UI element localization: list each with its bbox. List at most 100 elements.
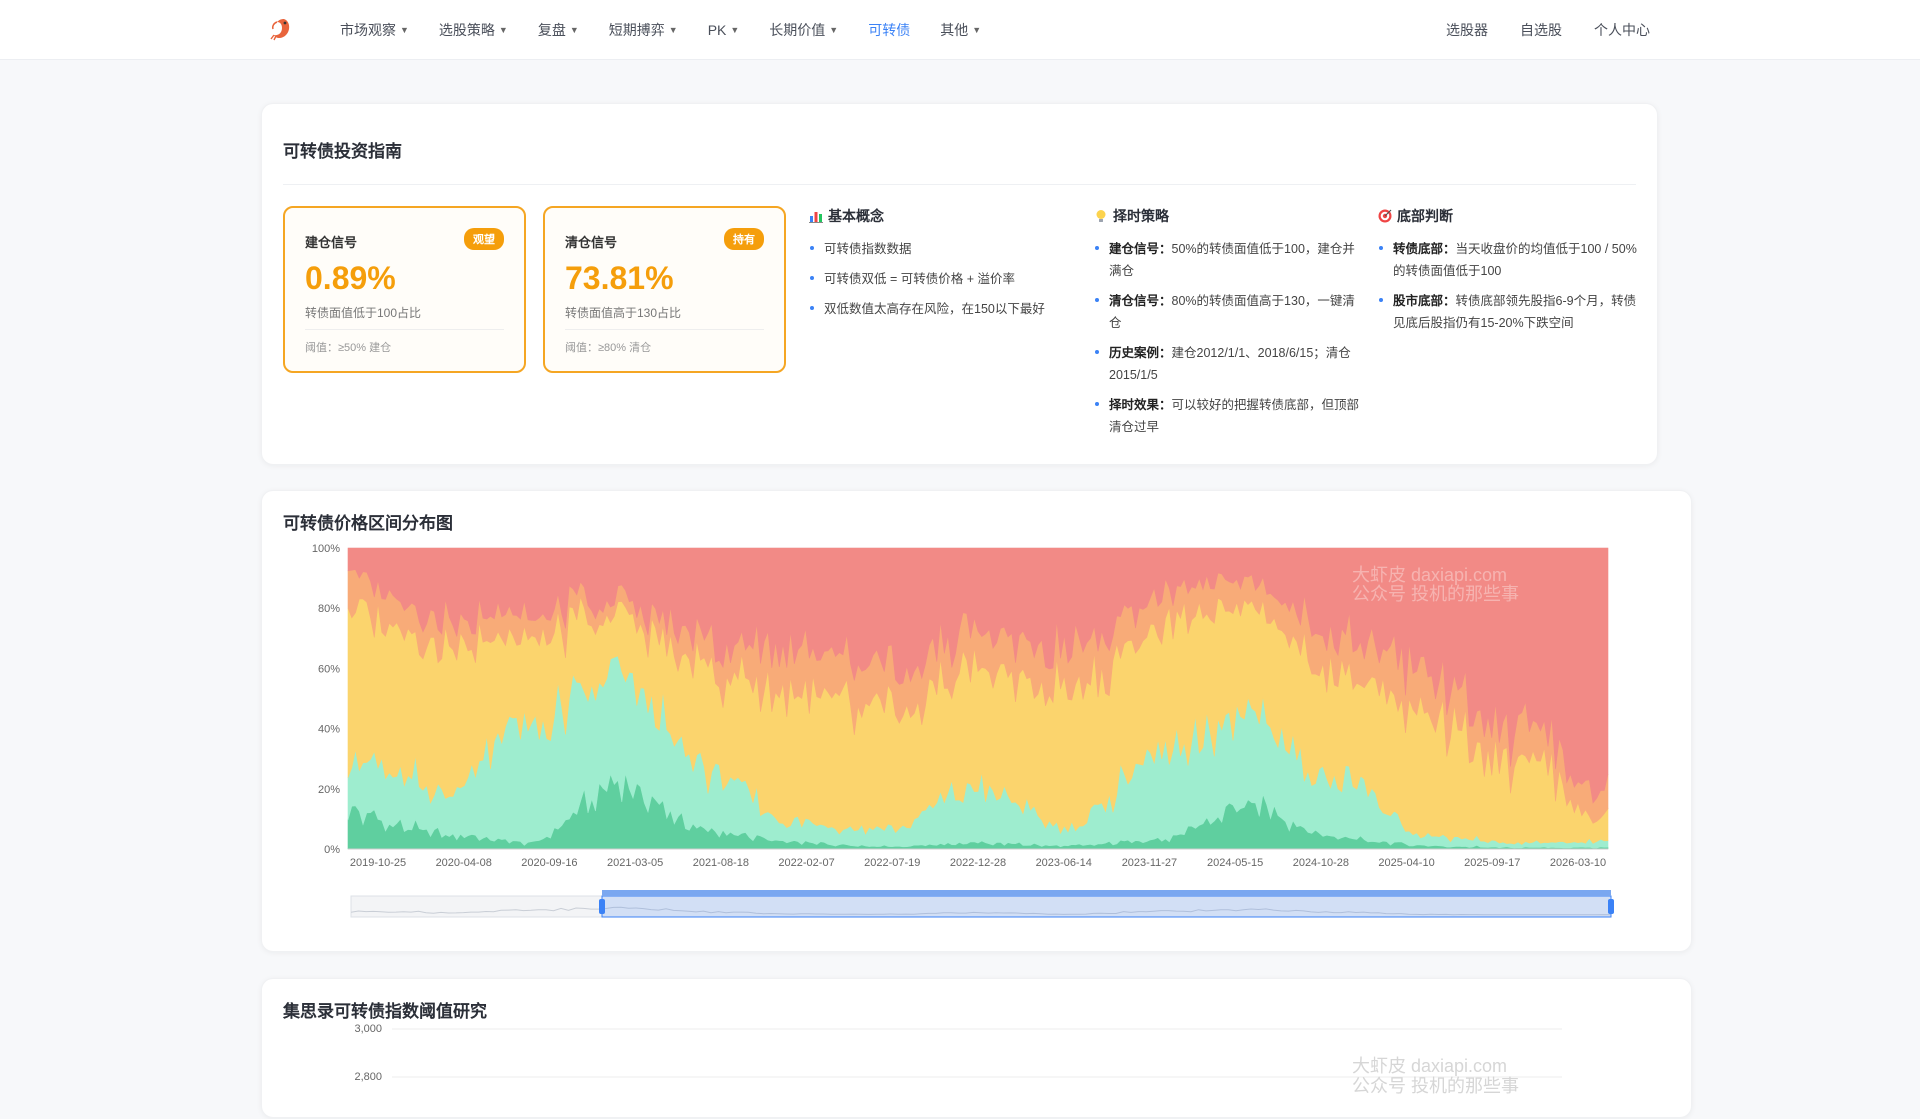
nav-item[interactable]: 可转债 [868,20,910,40]
nav-item-label: 其他 [940,22,969,38]
x-tick-label: 2022-07-19 [864,857,920,869]
status-badge: 持有 [724,228,764,250]
buy-signal-card: 建仓信号 观望 0.89% 转债面值低于100占比 阈值：≥50% 建仓 [283,206,526,373]
list-item: 可转债指数数据 [808,238,1078,260]
nav-link[interactable]: 自选股 [1520,20,1562,40]
x-tick-label: 2022-12-28 [950,857,1006,869]
timing-list: 建仓信号：50%的转债面值低于100，建仓并满仓 清仓信号：80%的转债面值高于… [1093,238,1363,438]
signal-desc: 转债面值低于100占比 [305,306,422,320]
lightbulb-icon [1096,210,1106,222]
signal-threshold: 阈值：≥80% 清仓 [565,342,652,354]
y-tick-label: 80% [318,603,340,615]
y-tick-label: 60% [318,663,340,675]
divider [305,329,504,330]
signal-threshold: 阈值：≥50% 建仓 [305,342,392,354]
zoom-selection[interactable] [601,895,1612,918]
x-tick-label: 2019-10-25 [350,857,406,869]
nav-item[interactable]: 其他 ▼ [940,20,981,40]
divider [283,184,1636,185]
nav-item-label: 短期搏弈 [608,22,665,38]
watermark: 公众号 投机的那些事 [1352,584,1519,604]
list-item: 清仓信号：80%的转债面值高于130，一键清仓 [1093,290,1363,334]
signal-label: 清仓信号 [565,235,618,250]
column-title: 基本概念 [828,208,884,224]
guide-card: 可转债投资指南 建仓信号 观望 0.89% 转债面值低于100占比 阈值：≥50… [261,103,1658,465]
guide-title: 可转债投资指南 [283,142,402,161]
zoom-right-handle[interactable] [1608,899,1614,914]
threshold-chart: 3,000 2,800 大虾皮 daxiapi.com 公众号 投机的那些事 [354,1023,1562,1096]
nav-item-label: 可转债 [868,22,911,38]
x-tick-label: 2024-05-15 [1207,857,1263,869]
list-item: 择时效果：可以较好的把握转债底部，但顶部清仓过早 [1093,394,1363,438]
signal-value: 73.81% [565,260,674,296]
status-badge: 观望 [464,228,504,250]
x-tick-label: 2023-11-27 [1122,857,1177,869]
caret-down-icon: ▼ [668,25,678,35]
zoom-move-handle[interactable] [602,890,1611,896]
top-nav: 市场观察 ▼ 选股策略 ▼ 复盘 ▼ 短期搏弈 ▼ PK ▼ 长期价值 ▼ 可转债 其他 ▼ 选股器 自选股个… [0,0,1920,60]
bar-chart-icon [809,212,823,223]
x-tick-label: 2026-03-10 [1550,857,1606,869]
bottom-column: 底部判断 转债底部：当天收盘价的均值低于100 / 50%的转债面值低于100 … [1377,206,1647,342]
y-tick-label: 40% [318,724,340,736]
timing-column: 择时策略 建仓信号：50%的转债面值低于100，建仓并满仓 清仓信号：80%的转… [1093,206,1363,446]
nav-item-label: PK [707,22,727,38]
caret-down-icon: ▼ [829,25,839,35]
watermark: 大虾皮 daxiapi.com [1352,1056,1507,1076]
x-tick-label: 2023-06-14 [1036,857,1092,869]
signal-label: 建仓信号 [305,235,358,250]
list-item: 股市底部：转债底部领先股指6-9个月，转债见底后股指仍有15-20%下跌空间 [1377,290,1647,334]
x-tick-label: 2024-10-28 [1293,857,1349,869]
nav-item[interactable]: 选股策略 ▼ [439,20,508,40]
y-tick-label: 20% [318,784,340,796]
nav-item[interactable]: 长期价值 ▼ [769,20,838,40]
caret-down-icon: ▼ [498,25,508,35]
list-item: 历史案例：建仓2012/1/1、2018/6/15；清仓2015/1/5 [1093,342,1363,386]
sell-signal-card: 清仓信号 持有 73.81% 转债面值高于130占比 阈值：≥80% 清仓 [543,206,786,373]
caret-down-icon: ▼ [569,25,579,35]
chart-card: 可转债价格区间分布图 0% 20% 40% 60% 80% 100% 2019-10-25 2… [261,490,1692,952]
nav-item[interactable]: PK ▼ [708,22,740,38]
x-tick-label: 2021-03-05 [607,857,663,869]
x-tick-label: 2025-09-17 [1464,857,1520,869]
y-tick-label: 0% [324,844,340,856]
nav-item-label: 复盘 [537,22,566,38]
target-icon [1378,209,1392,223]
nav-link[interactable]: 选股器 [1446,20,1488,40]
caret-down-icon: ▼ [400,25,409,35]
concept-column: 基本概念 可转债指数数据 可转债双低 = 可转债价格 + 溢价率 双低数值太高存… [808,206,1078,328]
caret-down-icon: ▼ [730,25,740,35]
nav-item-label: 长期价值 [769,22,826,38]
main-menu: 市场观察 ▼ 选股策略 ▼ 复盘 ▼ 短期搏弈 ▼ PK ▼ 长期价值 ▼ 可转债 其他 ▼ [340,0,1011,60]
column-title: 择时策略 [1113,208,1169,224]
y-tick-label: 2,800 [354,1071,382,1083]
stacked-area-chart: 0% 20% 40% 60% 80% 100% 2019-10-25 2020-04-08 20… [312,543,1614,918]
user-menu: 选股器 自选股 个人中心 [1414,0,1650,60]
nav-link[interactable]: 个人中心 [1594,20,1650,40]
shrimp-logo-icon[interactable] [268,16,294,42]
x-tick-label: 2022-02-07 [778,857,834,869]
list-item: 可转债双低 = 可转债价格 + 溢价率 [808,268,1078,290]
x-tick-label: 2020-09-16 [521,857,577,869]
x-tick-label: 2021-08-18 [693,857,749,869]
nav-item-label: 市场观察 [340,22,396,38]
nav-item[interactable]: 市场观察 ▼ [340,20,409,40]
list-item: 双低数值太高存在风险，在150以下最好 [808,298,1078,320]
nav-item[interactable]: 复盘 ▼ [538,20,579,40]
list-item: 建仓信号：50%的转债面值低于100，建仓并满仓 [1093,238,1363,282]
threshold-chart-card: 集思录可转债指数阈值研究 3,000 2,800 大虾皮 daxiapi.com… [261,978,1692,1118]
signal-value: 0.89% [305,260,396,296]
zoom-left-handle[interactable] [599,899,605,914]
nav-item[interactable]: 短期搏弈 ▼ [609,20,678,40]
watermark: 公众号 投机的那些事 [1352,1076,1519,1096]
x-tick-label: 2020-04-08 [436,857,492,869]
concept-list: 可转债指数数据 可转债双低 = 可转债价格 + 溢价率 双低数值太高存在风险，在… [808,238,1078,320]
x-tick-label: 2025-04-10 [1378,857,1434,869]
nav-item-label: 选股策略 [438,22,495,38]
y-tick-label: 100% [312,543,340,555]
y-tick-label: 3,000 [354,1023,382,1035]
caret-down-icon: ▼ [972,25,982,35]
column-title: 底部判断 [1397,208,1453,224]
list-item: 转债底部：当天收盘价的均值低于100 / 50%的转债面值低于100 [1377,238,1647,282]
watermark: 大虾皮 daxiapi.com [1352,565,1507,585]
